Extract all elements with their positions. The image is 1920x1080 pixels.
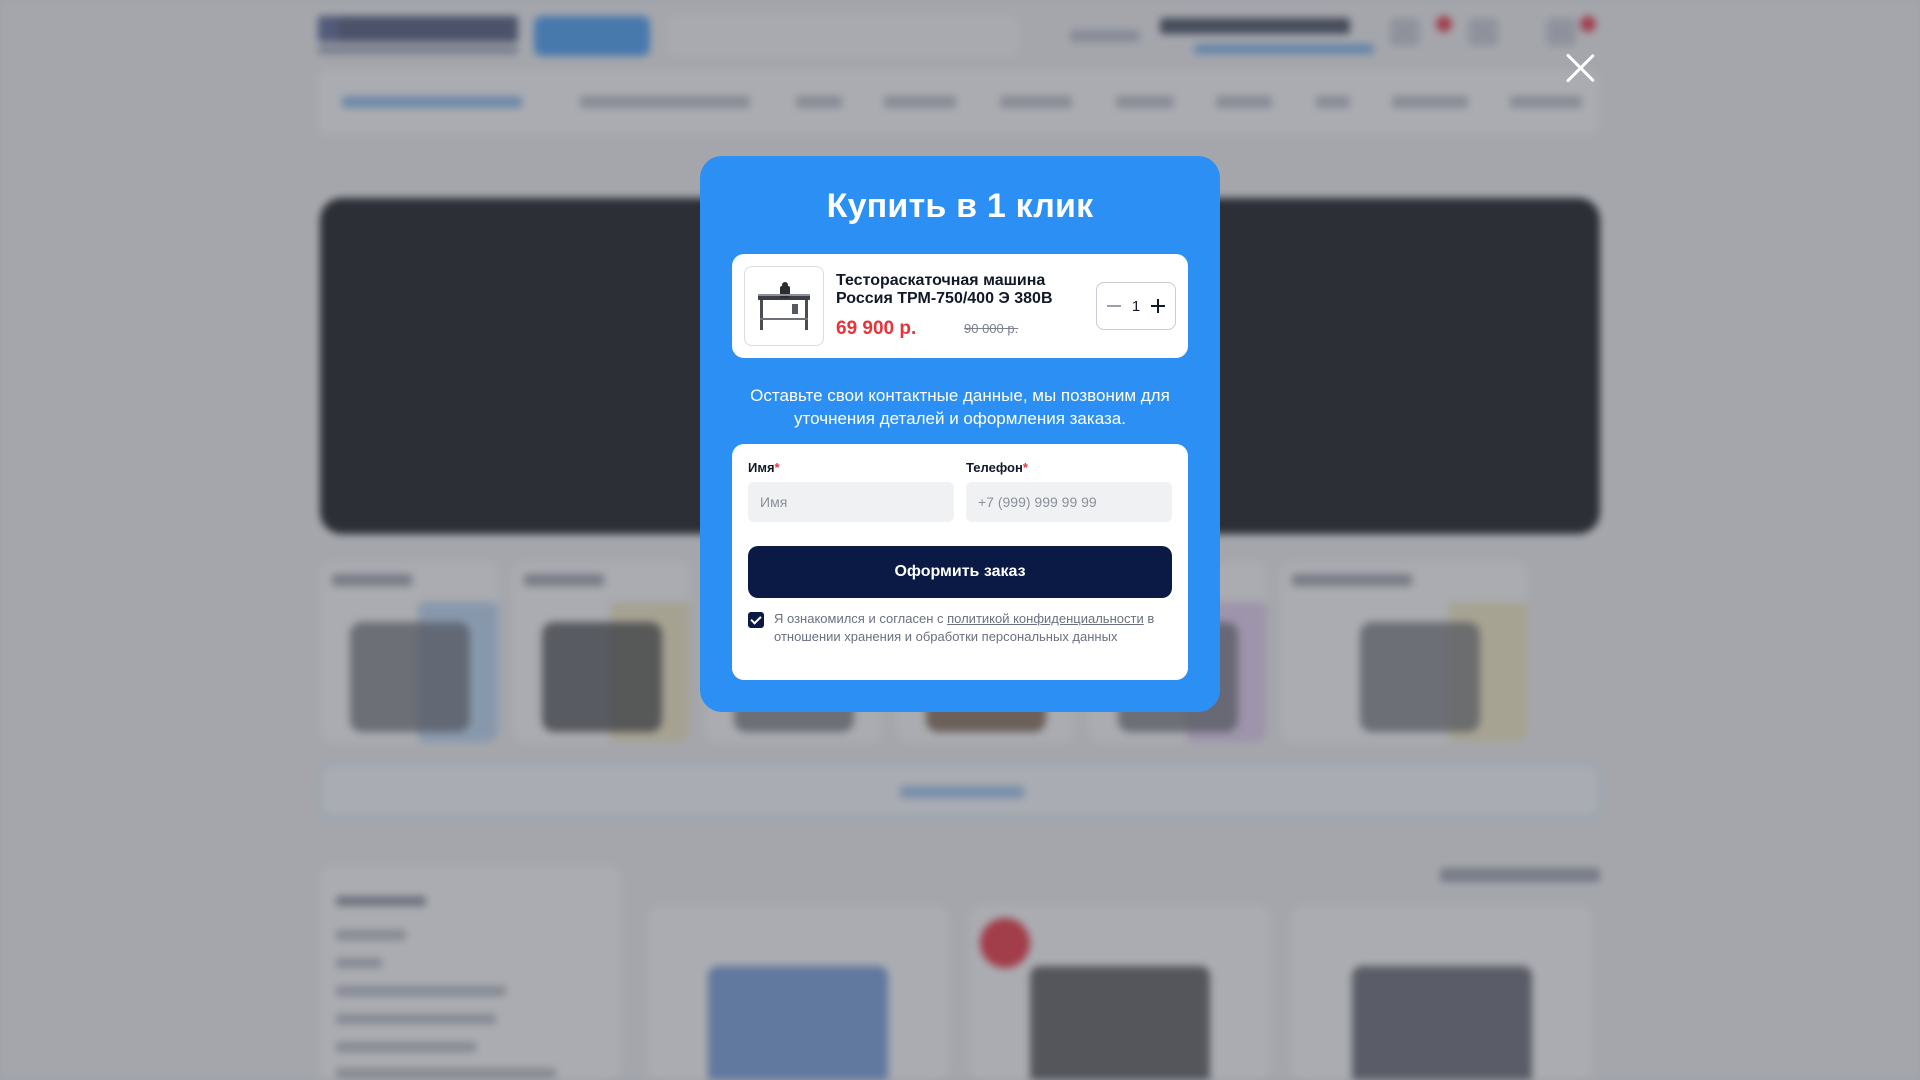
consent-checkbox[interactable] xyxy=(748,612,764,628)
required-mark: * xyxy=(774,460,780,475)
privacy-consent: Я ознакомился и согласен с политикой кон… xyxy=(748,610,1172,646)
close-icon[interactable] xyxy=(1564,52,1596,84)
plus-icon[interactable] xyxy=(1149,297,1167,315)
required-mark: * xyxy=(1022,460,1028,475)
phone-label: Телефон* xyxy=(966,460,1028,475)
phone-field: Телефон* xyxy=(966,460,1172,522)
name-field: Имя* xyxy=(748,460,954,522)
lead-text: Оставьте свои контактные данные, мы позв… xyxy=(750,386,1170,428)
phone-input[interactable] xyxy=(966,482,1172,522)
product-price: 69 900 р. xyxy=(836,318,917,339)
quantity-value[interactable]: 1 xyxy=(1132,298,1140,315)
name-input[interactable] xyxy=(748,482,954,522)
submit-order-button[interactable]: Оформить заказ xyxy=(748,546,1172,598)
quantity-stepper: 1 xyxy=(1096,282,1176,330)
product-summary: Тестораскаточная машина Россия ТРМ-750/4… xyxy=(732,254,1188,358)
privacy-policy-link[interactable]: политикой конфиденциальности xyxy=(947,611,1144,626)
modal-title: Купить в 1 клик xyxy=(826,187,1094,225)
product-old-price: 90 000 р. xyxy=(964,321,1019,336)
dough-sheeter-machine-icon xyxy=(758,282,810,330)
buy-one-click-modal: Купить в 1 клик Тестораскаточная машина … xyxy=(700,156,1220,712)
consent-text: Я ознакомился и согласен с политикой кон… xyxy=(774,611,1155,644)
product-image xyxy=(744,266,824,346)
name-label: Имя* xyxy=(748,460,780,475)
minus-icon[interactable] xyxy=(1105,297,1123,315)
order-form: Имя* Телефон* Оформить заказ Я ознакомил… xyxy=(732,444,1188,680)
product-name: Тестораскаточная машина Россия ТРМ-750/4… xyxy=(836,272,1053,307)
